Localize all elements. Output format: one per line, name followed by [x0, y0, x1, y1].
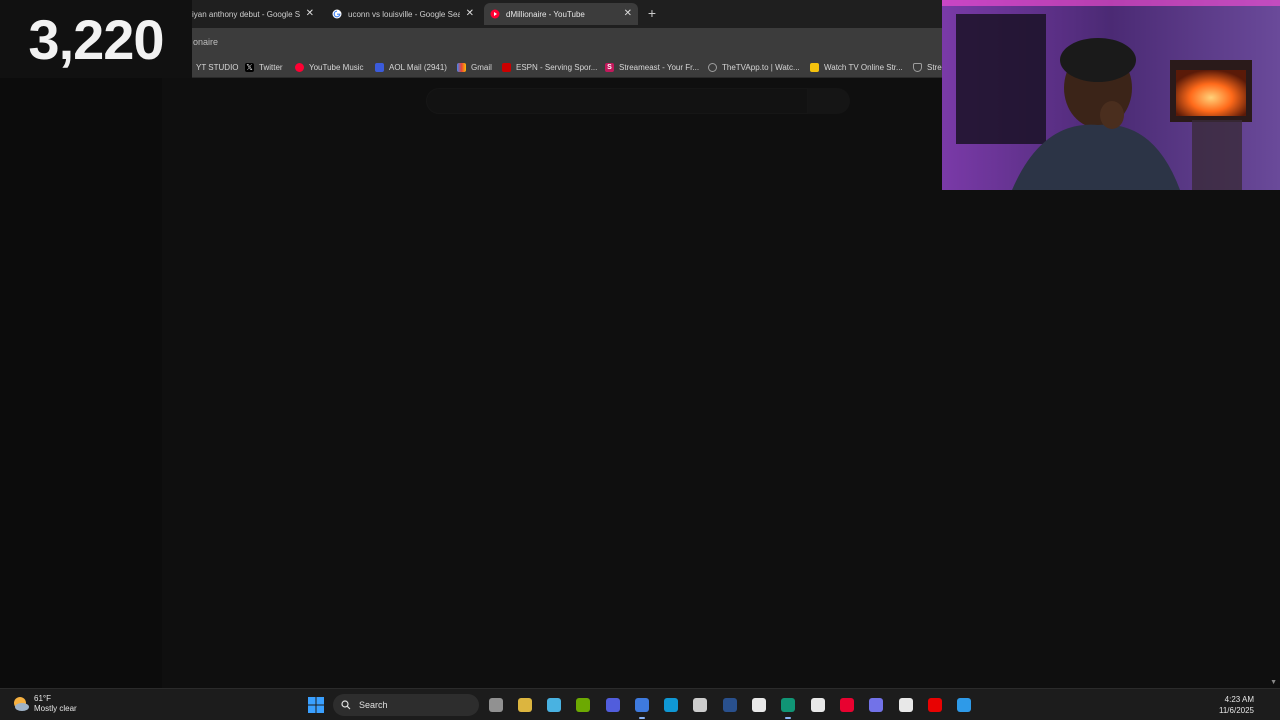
x-icon[interactable] [897, 696, 915, 714]
weather-moon-cloud-icon [14, 697, 29, 711]
clock-date: 11/6/2025 [1219, 706, 1254, 715]
bookmark-gmail[interactable]: Gmail [457, 61, 492, 73]
edge-icon[interactable] [662, 696, 680, 714]
streameast-icon: S [605, 62, 614, 72]
scroll-down-arrow-icon[interactable]: ▼ [1270, 679, 1277, 686]
espn-icon [502, 62, 511, 72]
bookmark-espn[interactable]: ESPN - Serving Spor... [502, 61, 597, 73]
search-input[interactable] [426, 88, 808, 114]
close-icon[interactable]: ✕ [306, 9, 314, 19]
bookmark-youtube-music[interactable]: YouTube Music [295, 61, 364, 73]
youtube-music-icon [295, 62, 304, 72]
new-tab-button[interactable]: + [645, 6, 659, 20]
search-label: Search [359, 700, 388, 710]
stream-counter-overlay: 3,220 [0, 0, 192, 78]
tab-title: iyan anthony debut - Google S [192, 9, 300, 19]
bookmark-label: YT STUDIO [196, 62, 239, 72]
bookmark-yt-studio[interactable]: YT STUDIO [196, 61, 239, 73]
task-view-icon[interactable] [487, 696, 505, 714]
screen: ▼ iyan anthony debut - Google S ✕ uconn … [0, 0, 1280, 720]
photoshop-icon[interactable] [955, 696, 973, 714]
tab-title: uconn vs louisville - Google Sea [348, 9, 460, 19]
bookmark-label: Gmail [471, 62, 492, 72]
search-icon [341, 700, 351, 710]
tv-icon [810, 62, 819, 72]
bookmark-label: Watch TV Online Str... [824, 62, 903, 72]
roblox-icon[interactable] [809, 696, 827, 714]
bookmark-twitter[interactable]: 𝕏 Twitter [245, 61, 283, 73]
word-icon[interactable] [721, 696, 739, 714]
close-icon[interactable]: ✕ [466, 9, 474, 19]
taskbar: 61°F Mostly clear Search 4:23 AM 11/6/20… [0, 688, 1280, 720]
clock-time: 4:23 AM [1224, 695, 1254, 704]
app-icon[interactable] [691, 696, 709, 714]
bookmark-label: TheTVApp.to | Watc... [722, 62, 800, 72]
bookmark-thetvapp[interactable]: TheTVApp.to | Watc... [708, 61, 800, 73]
discord-icon[interactable] [604, 696, 622, 714]
close-icon[interactable]: ✕ [624, 9, 632, 19]
webcam-overlay [942, 0, 1280, 190]
gmail-icon [457, 62, 466, 72]
bookmark-label: YouTube Music [309, 62, 364, 72]
bookmark-watch-tv[interactable]: Watch TV Online Str... [810, 61, 903, 73]
bookmark-label: Twitter [259, 62, 283, 72]
weather-temp: 61°F [34, 694, 51, 703]
aol-icon [375, 62, 384, 72]
youtube-icon [490, 9, 500, 19]
taskbar-search-box[interactable]: Search [333, 694, 479, 716]
x-icon: 𝕏 [245, 62, 254, 72]
chrome-icon[interactable] [633, 696, 651, 719]
tab-google-search-2[interactable]: uconn vs louisville - Google Sea ✕ [326, 3, 480, 25]
system-clock[interactable]: 4:23 AM 11/6/2025 [1219, 694, 1254, 716]
shield-icon [913, 62, 922, 72]
counter-value: 3,220 [28, 7, 164, 71]
tab-google-search-1[interactable]: iyan anthony debut - Google S ✕ [186, 3, 320, 25]
bookmark-streameast[interactable]: S Streameast - Your Fr... [605, 61, 699, 73]
bookmark-label: AOL Mail (2941) [389, 62, 447, 72]
windows-start-icon[interactable] [307, 696, 325, 714]
webcam-image [942, 0, 1280, 190]
capcut-icon[interactable] [750, 696, 768, 714]
bookmark-aol-mail[interactable]: AOL Mail (2941) [375, 61, 447, 73]
weather-widget[interactable]: 61°F Mostly clear [12, 694, 77, 714]
url-text: onaire [193, 37, 219, 47]
sidebar [0, 78, 162, 688]
google-icon [332, 9, 342, 19]
file-explorer-icon[interactable] [516, 696, 534, 714]
tab-title: dMillionaire - YouTube [506, 9, 585, 19]
bookmark-label: Streameast - Your Fr... [619, 62, 700, 72]
chatgpt-icon[interactable] [779, 696, 797, 719]
youtube-icon[interactable] [926, 696, 944, 714]
app-icon[interactable] [867, 696, 885, 714]
bookmark-label: ESPN - Serving Spor... [516, 62, 598, 72]
tab-youtube[interactable]: dMillionaire - YouTube ✕ [484, 3, 638, 25]
weather-condition: Mostly clear [34, 704, 77, 713]
nvidia-icon[interactable] [574, 696, 592, 714]
youtube-music-icon[interactable] [838, 696, 856, 714]
search-button[interactable] [808, 88, 850, 114]
notepad-icon[interactable] [545, 696, 563, 714]
globe-icon [708, 62, 717, 72]
